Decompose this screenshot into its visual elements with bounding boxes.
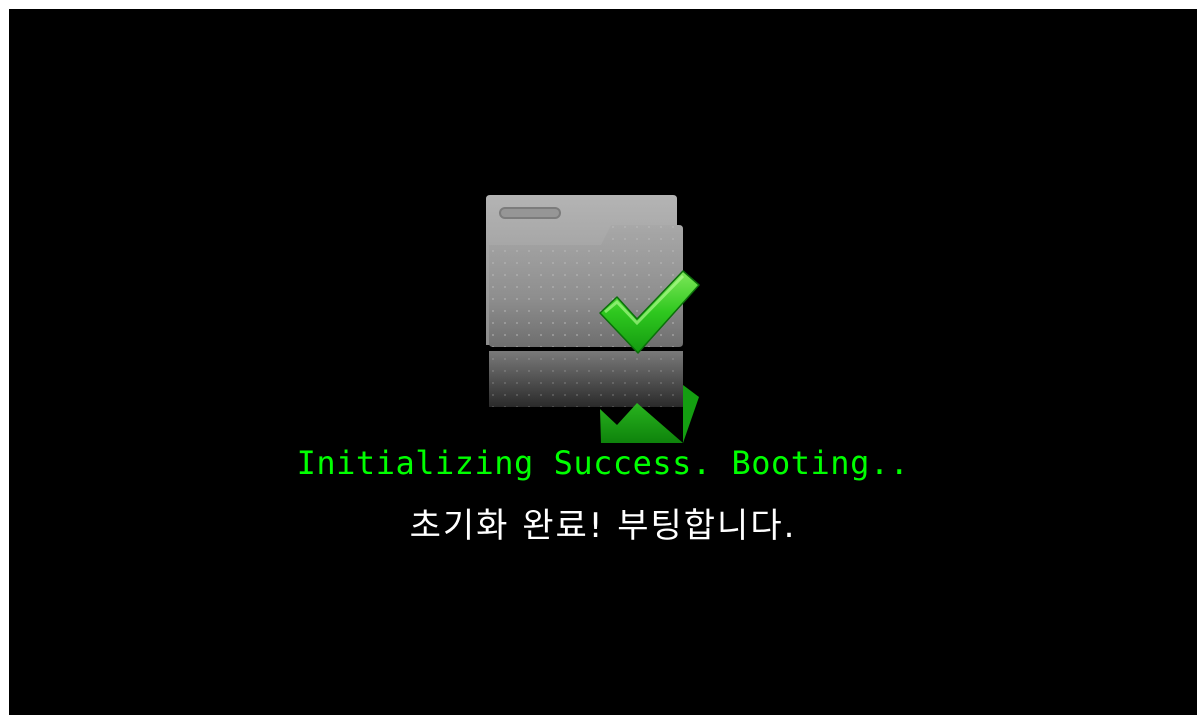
boot-screen: Initializing Success. Booting.. 초기화 완료! …	[9, 9, 1197, 715]
folder-check-icon	[475, 185, 705, 443]
status-message-en: Initializing Success. Booting..	[296, 444, 910, 482]
status-message-ko: 초기화 완료! 부팅합니다.	[409, 506, 797, 546]
